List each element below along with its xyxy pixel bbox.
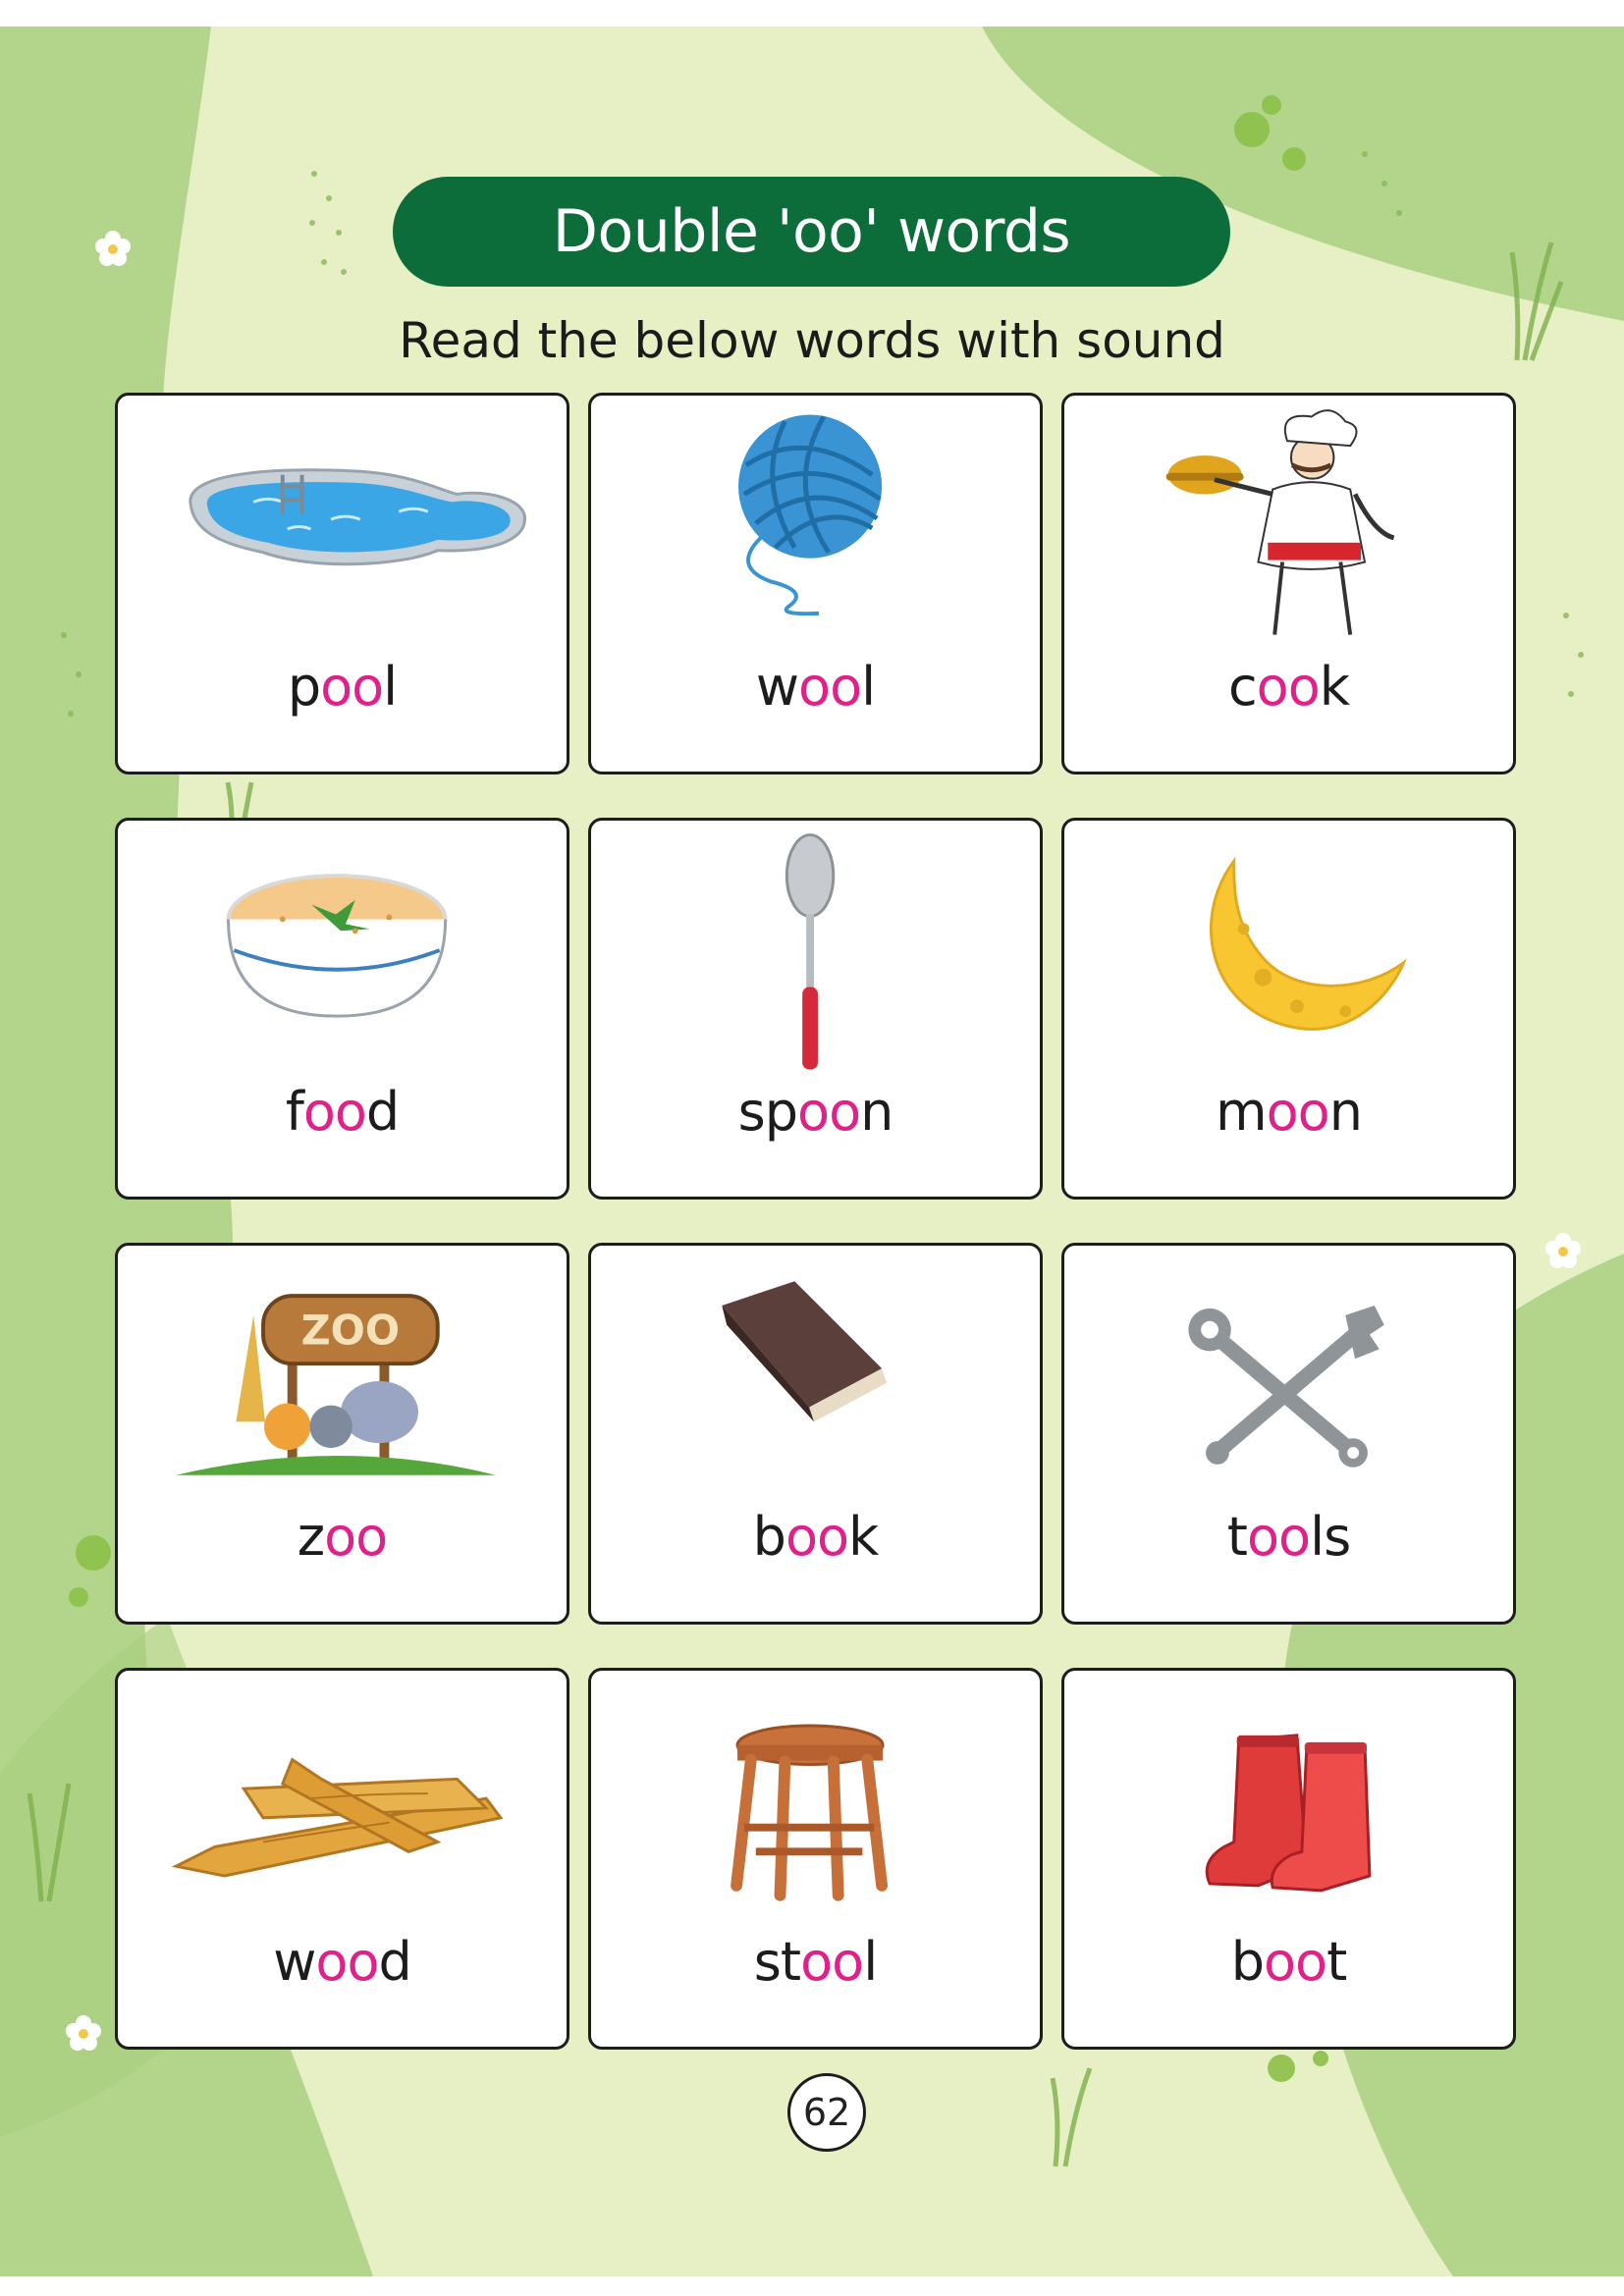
word-card: stool bbox=[588, 1668, 1043, 2050]
word-card: moon bbox=[1061, 818, 1516, 1200]
word-label: boot bbox=[1230, 1931, 1348, 1993]
chef-icon bbox=[1165, 409, 1395, 635]
stool-icon bbox=[731, 1724, 889, 1901]
word-card: cook bbox=[1061, 393, 1516, 774]
word-card: boot bbox=[1061, 1668, 1516, 2050]
word-label: pool bbox=[287, 656, 398, 718]
yarn-ball-icon bbox=[738, 414, 883, 616]
word-label: cook bbox=[1227, 656, 1350, 718]
instruction-text: Read the below words with sound bbox=[399, 312, 1225, 369]
word-label: zoo bbox=[297, 1506, 388, 1568]
page-title: Double 'oo' words bbox=[552, 197, 1071, 266]
word-card: pool bbox=[115, 393, 569, 774]
word-label: moon bbox=[1216, 1081, 1363, 1143]
book-icon bbox=[722, 1281, 888, 1422]
zoo-sign-icon: ZOO bbox=[176, 1294, 496, 1475]
crescent-moon-icon bbox=[1210, 856, 1407, 1031]
word-label: book bbox=[752, 1506, 880, 1568]
word-label: wool bbox=[755, 656, 876, 718]
soup-bowl-icon bbox=[226, 874, 448, 1018]
word-card: spoon bbox=[588, 818, 1043, 1200]
boots-icon bbox=[1205, 1734, 1372, 1893]
word-card: ZOO zoo bbox=[115, 1243, 569, 1625]
word-card-grid: pool wool cook food spoon moon ZOO zoo b… bbox=[115, 393, 1517, 2052]
word-card: tools bbox=[1061, 1243, 1516, 1625]
wood-planks-icon bbox=[171, 1757, 504, 1878]
word-label: tools bbox=[1226, 1506, 1351, 1568]
swimming-pool-icon bbox=[189, 468, 527, 566]
word-card: wool bbox=[588, 393, 1043, 774]
word-label: wood bbox=[273, 1931, 412, 1993]
spoon-icon bbox=[785, 833, 836, 1070]
title-banner: Double 'oo' words bbox=[393, 177, 1230, 287]
wrench-tools-icon bbox=[1188, 1305, 1384, 1468]
word-label: spoon bbox=[737, 1081, 894, 1143]
word-label: food bbox=[285, 1081, 400, 1143]
word-card: wood bbox=[115, 1668, 569, 2050]
word-label: stool bbox=[753, 1931, 878, 1993]
word-card: food bbox=[115, 818, 569, 1200]
svg-text:ZOO: ZOO bbox=[301, 1307, 400, 1354]
word-card: book bbox=[588, 1243, 1043, 1625]
page-number: 62 bbox=[787, 2073, 866, 2152]
